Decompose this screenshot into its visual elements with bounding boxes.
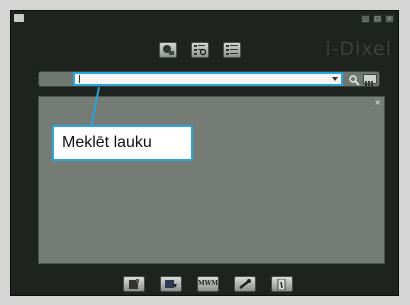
callout-label: Meklēt lauku xyxy=(52,125,193,161)
window-controls: _ □ x xyxy=(361,15,394,23)
mwm-button[interactable]: MWM xyxy=(197,276,219,292)
app-logo: i-Dixel xyxy=(325,38,392,60)
minimize-button[interactable]: _ xyxy=(361,15,370,23)
main-window: _ □ x i-Dixel × Meklēt lauku MWM xyxy=(10,10,399,296)
patient-add-button[interactable] xyxy=(159,42,177,58)
export-button[interactable] xyxy=(160,276,182,292)
search-list-button[interactable] xyxy=(191,42,209,58)
list-view-icon xyxy=(226,45,238,55)
app-icon xyxy=(14,14,24,22)
search-list-icon xyxy=(194,45,207,56)
close-icon[interactable]: × xyxy=(374,98,381,107)
close-button[interactable]: x xyxy=(385,15,394,23)
bottom-toolbar: MWM xyxy=(123,276,293,292)
export-icon xyxy=(165,280,177,288)
list-options-icon xyxy=(365,81,373,86)
wrench-icon xyxy=(239,279,251,289)
patient-add-icon xyxy=(163,45,174,55)
settings-button[interactable] xyxy=(234,276,256,292)
results-panel: × xyxy=(38,96,385,264)
search-options-button[interactable] xyxy=(363,74,377,86)
document-icon xyxy=(129,279,139,289)
text-caret xyxy=(79,75,80,83)
search-bar xyxy=(38,71,380,87)
list-view-button[interactable] xyxy=(223,42,241,58)
exit-button[interactable] xyxy=(271,276,293,292)
search-field[interactable] xyxy=(73,72,343,86)
search-icon xyxy=(349,75,360,86)
exit-icon xyxy=(277,279,286,290)
search-button[interactable] xyxy=(348,73,360,86)
document-button[interactable] xyxy=(123,276,145,292)
chevron-down-icon[interactable] xyxy=(332,77,338,81)
top-toolbar xyxy=(159,42,241,58)
maximize-button[interactable]: □ xyxy=(373,15,382,23)
